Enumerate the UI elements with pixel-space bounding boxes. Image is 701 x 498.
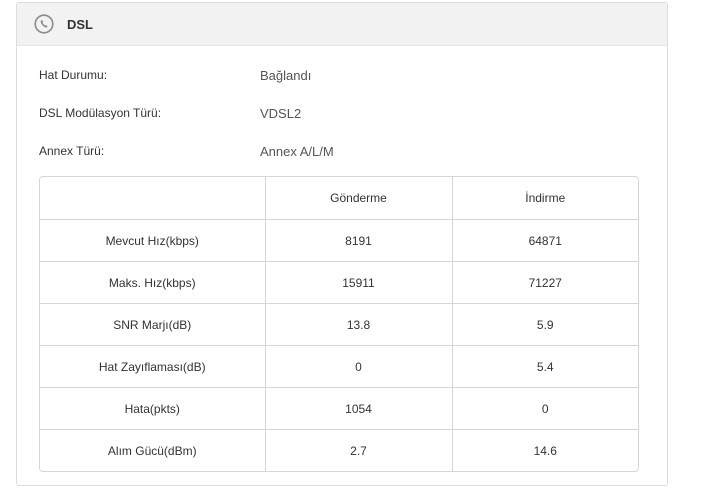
modulation-type-label: DSL Modülasyon Türü: xyxy=(39,106,162,120)
upload-value: 8191 xyxy=(265,219,453,262)
table-row: SNR Marjı(dB) 13.8 5.9 xyxy=(40,303,638,346)
download-value: 64871 xyxy=(452,219,638,262)
upload-value: 13.8 xyxy=(265,303,453,346)
table-row: Hat Zayıflaması(dB) 0 5.4 xyxy=(40,345,638,388)
download-value: 5.4 xyxy=(452,345,638,388)
table-row: Alım Gücü(dBm) 2.7 14.6 xyxy=(40,429,638,471)
upload-value: 1054 xyxy=(265,387,453,430)
header-upload: Gönderme xyxy=(265,177,453,220)
dsl-panel: DSL Hat Durumu: Bağlandı DSL Modülasyon … xyxy=(16,2,668,486)
row-label: Hat Zayıflaması(dB) xyxy=(40,345,266,388)
dsl-stats-table: Gönderme İndirme Mevcut Hız(kbps) 8191 6… xyxy=(39,176,639,472)
download-value: 5.9 xyxy=(452,303,638,346)
download-value: 71227 xyxy=(452,261,638,304)
row-label: Alım Gücü(dBm) xyxy=(40,429,266,471)
panel-title: DSL xyxy=(67,16,93,32)
table-header-row: Gönderme İndirme xyxy=(40,177,638,220)
row-label: Mevcut Hız(kbps) xyxy=(40,219,266,262)
download-value: 0 xyxy=(452,387,638,430)
table-row: Maks. Hız(kbps) 15911 71227 xyxy=(40,261,638,304)
row-label: Maks. Hız(kbps) xyxy=(40,261,266,304)
line-status-value: Bağlandı xyxy=(260,67,312,83)
upload-value: 2.7 xyxy=(265,429,453,471)
header-blank xyxy=(40,177,266,220)
row-label: SNR Marjı(dB) xyxy=(40,303,266,346)
upload-value: 0 xyxy=(265,345,453,388)
annex-type-value: Annex A/L/M xyxy=(260,143,334,159)
annex-type-label: Annex Türü: xyxy=(39,144,105,158)
info-row-annex: Annex Türü: Annex A/L/M xyxy=(39,141,639,161)
info-row-modulation: DSL Modülasyon Türü: VDSL2 xyxy=(39,103,639,123)
upload-value: 15911 xyxy=(265,261,453,304)
table-row: Hata(pkts) 1054 0 xyxy=(40,387,638,430)
download-value: 14.6 xyxy=(533,443,557,458)
line-status-label: Hat Durumu: xyxy=(39,68,108,82)
row-label: Hata(pkts) xyxy=(40,387,266,430)
phone-icon xyxy=(34,14,54,34)
panel-header: DSL xyxy=(17,3,667,46)
modulation-type-value: VDSL2 xyxy=(260,105,302,121)
table-row: Mevcut Hız(kbps) 8191 64871 xyxy=(40,219,638,262)
info-row-line-status: Hat Durumu: Bağlandı xyxy=(39,65,639,85)
header-download: İndirme xyxy=(452,177,638,220)
